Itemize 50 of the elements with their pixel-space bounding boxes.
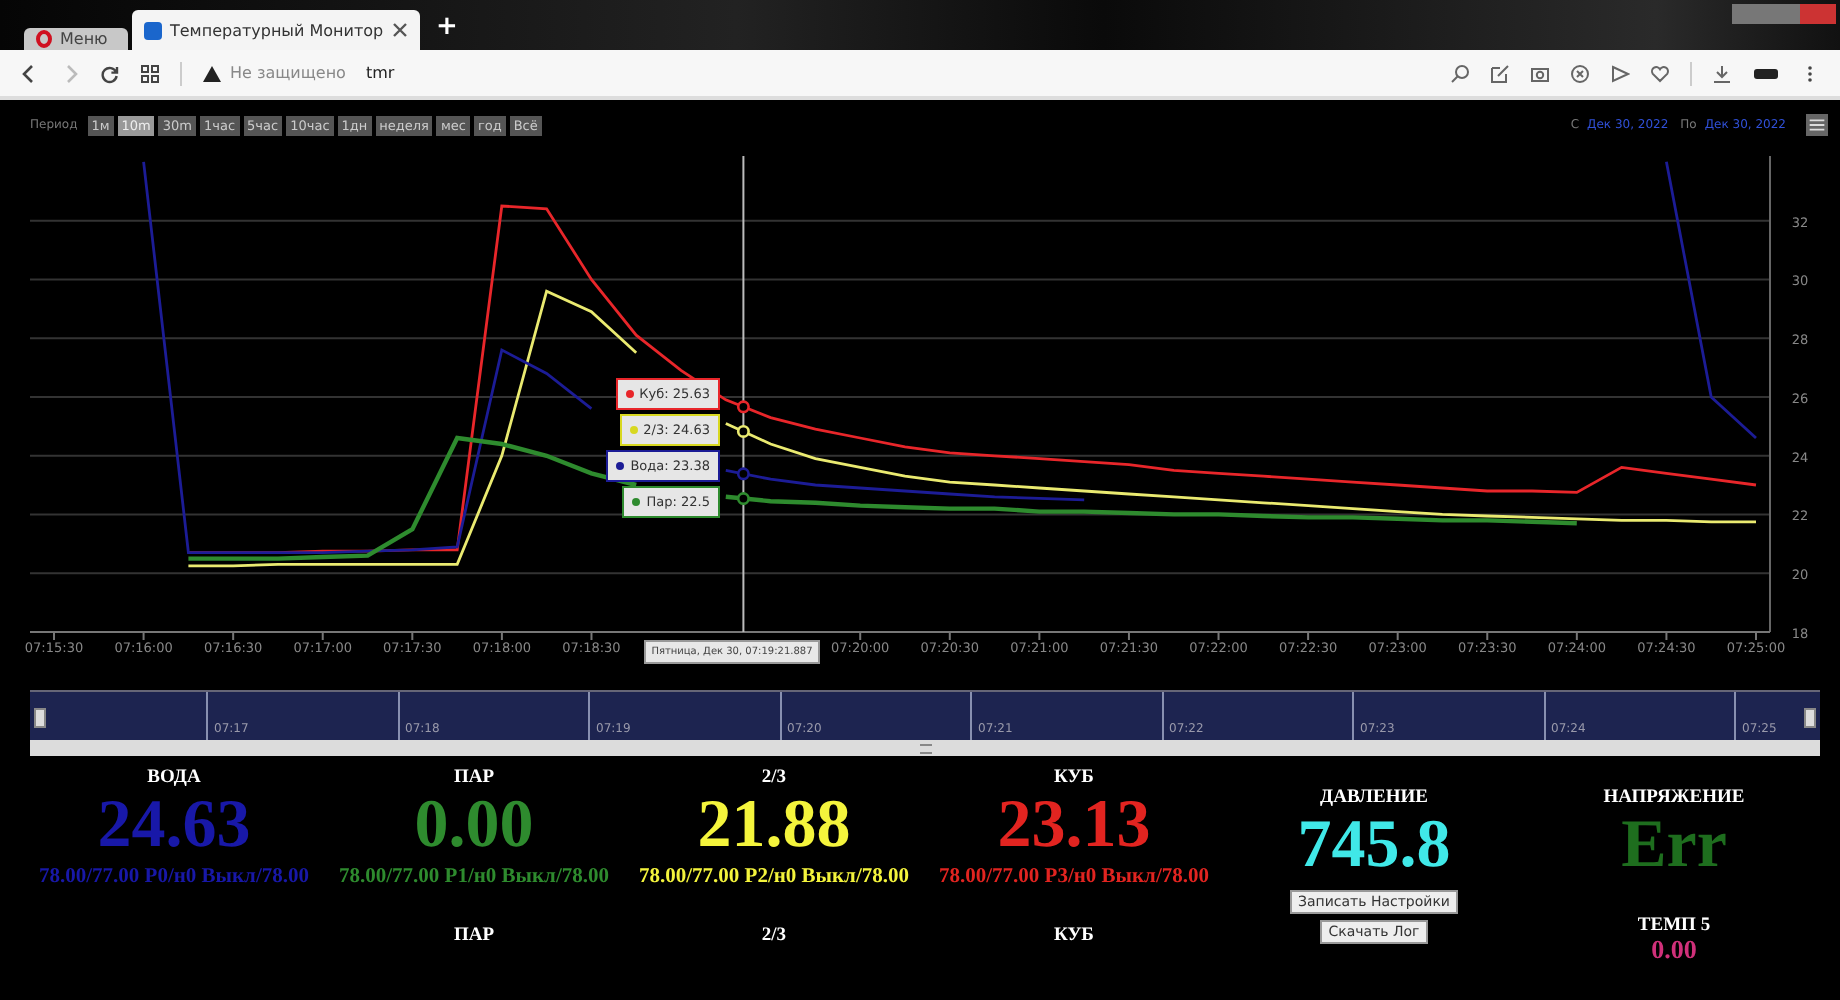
battery-icon[interactable] (1752, 63, 1780, 83)
security-status[interactable]: Не защищено (230, 64, 346, 82)
sensor-title: ПАР (453, 768, 495, 788)
sensor-value: 0.00 (1651, 936, 1697, 964)
sensor-title: ВОДА (147, 768, 201, 788)
sensor-value: 21.88 (697, 788, 851, 864)
sensor-settings: 78.00/77.00 P1/н0 Выкл/78.00 (339, 864, 609, 890)
tab-title: Меню (60, 30, 108, 48)
site-icon (144, 21, 162, 39)
sensor-value: 23.13 (997, 788, 1151, 864)
scrollbar-thumb[interactable] (919, 743, 931, 753)
address-field[interactable]: tmr (365, 64, 395, 82)
sensor-title: КУБ (1052, 923, 1096, 949)
sensor-title: 2/3 (759, 923, 789, 949)
scrollbar[interactable] (30, 740, 1820, 756)
sensor-value: 0.00 (414, 788, 534, 864)
send-icon[interactable] (1610, 63, 1630, 83)
search-icon[interactable] (1450, 63, 1470, 83)
sensor-title: КУБ (1054, 768, 1094, 788)
close-icon[interactable] (392, 22, 408, 38)
warning-icon (202, 63, 222, 83)
navigator-handle[interactable] (34, 708, 46, 728)
point-marker (736, 492, 750, 506)
sensor-title: 2/3 (761, 768, 787, 788)
point-marker (736, 467, 750, 481)
sensor-title: ТЕМП 5 (1637, 916, 1711, 936)
sensor-title: НАПРЯЖЕНИЕ (1603, 788, 1745, 808)
edit-icon[interactable] (1490, 63, 1510, 83)
sensor-value: 745.8 (1297, 808, 1451, 884)
sensor-value: 24.63 (97, 788, 251, 864)
menu-tab[interactable]: Меню (24, 28, 128, 50)
browser-tab[interactable]: Температурный Монитор (132, 10, 420, 50)
sensor-settings: 78.00/77.00 P2/н0 Выкл/78.00 (639, 864, 909, 890)
grid-icon[interactable] (140, 63, 160, 83)
navigator-handle[interactable] (1804, 708, 1816, 728)
sensor-settings: 78.00/77.00 P0/н0 Выкл/78.00 (39, 864, 309, 890)
new-tab-button[interactable]: + (436, 12, 458, 42)
sensor-title: ДАВЛЕНИЕ (1320, 788, 1428, 808)
point-marker (736, 424, 750, 438)
point-marker (736, 400, 750, 414)
sensor-settings: 78.00/77.00 P3/н0 Выкл/78.00 (939, 864, 1209, 890)
camera-icon[interactable] (1530, 63, 1550, 83)
reload-icon[interactable] (100, 63, 120, 83)
menu-icon[interactable] (1806, 114, 1828, 136)
sensor-value: Err (1621, 808, 1727, 884)
heart-icon[interactable] (1650, 63, 1670, 83)
download-icon[interactable] (1712, 63, 1732, 83)
tab-title: Температурный Монитор (170, 21, 384, 39)
sensor-title: ПАР (451, 923, 497, 949)
block-icon[interactable] (1570, 63, 1590, 83)
